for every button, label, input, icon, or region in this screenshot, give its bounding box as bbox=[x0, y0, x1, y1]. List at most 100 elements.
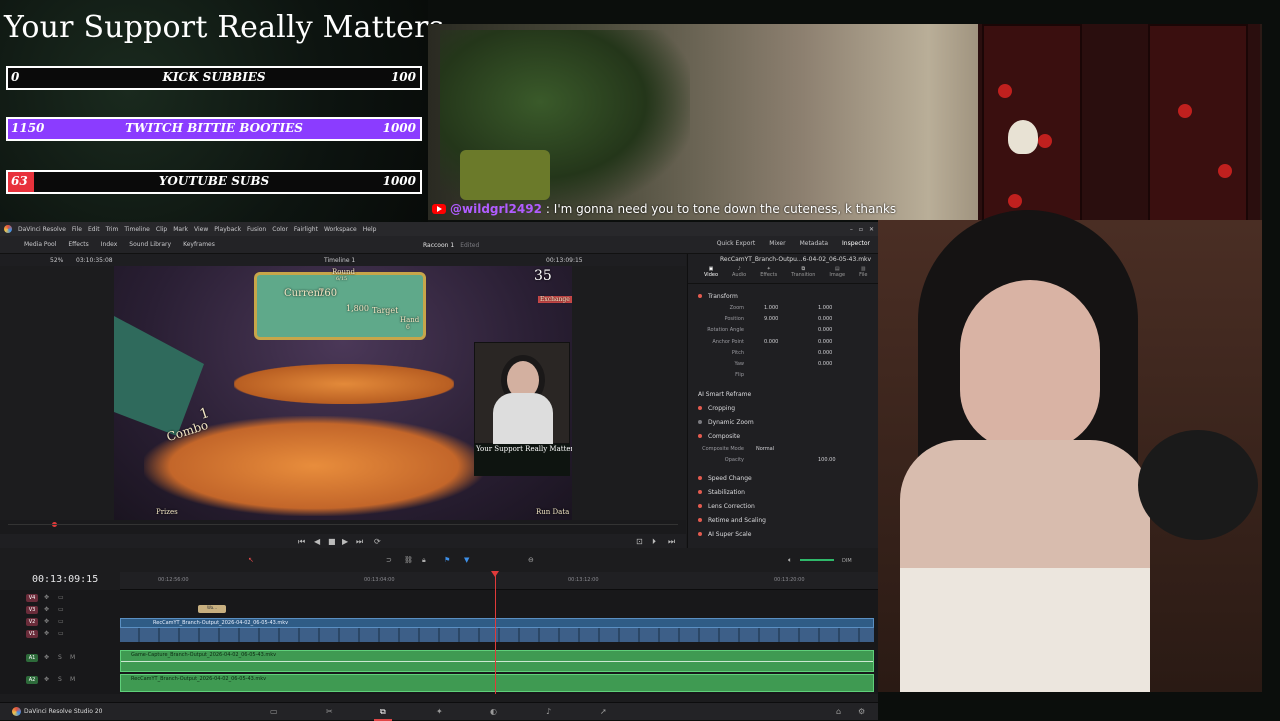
section-stabilization[interactable]: Stabilization bbox=[688, 486, 878, 498]
tab-effects[interactable]: ✦ Effects bbox=[760, 266, 777, 283]
color-page-icon[interactable]: ◐ bbox=[490, 707, 497, 716]
effects-button[interactable]: Effects bbox=[68, 241, 88, 248]
cut-page-icon[interactable]: ✂ bbox=[326, 707, 333, 716]
menu-trim[interactable]: Trim bbox=[106, 226, 119, 233]
timeline-clip-a1[interactable]: Game-Capture_Branch-Output_2026-04-02_06… bbox=[120, 650, 874, 672]
skip-start-icon[interactable]: ⏮ bbox=[298, 537, 305, 547]
match-frame-icon[interactable]: ⊡ bbox=[636, 537, 643, 546]
close-icon[interactable]: ✕ bbox=[869, 226, 874, 233]
inspector-button[interactable]: Inspector bbox=[842, 240, 870, 247]
opacity-value[interactable]: 100.00 bbox=[818, 457, 836, 463]
lock-icon: ✥ bbox=[44, 654, 50, 661]
mixer-button[interactable]: Mixer bbox=[769, 240, 785, 247]
maximize-icon[interactable]: ▫ bbox=[859, 226, 863, 233]
fusion-page-icon[interactable]: ✦ bbox=[436, 707, 443, 716]
media-page-icon[interactable]: ▭ bbox=[270, 707, 278, 716]
reverse-icon[interactable]: ◀ bbox=[314, 537, 320, 546]
menu-clip[interactable]: Clip bbox=[156, 226, 167, 233]
volume-slider[interactable] bbox=[800, 559, 834, 561]
lock-icon[interactable]: 🔒︎ bbox=[422, 556, 426, 565]
video-viewer[interactable]: Round 6/15 Current 760 1,800 Target Hand… bbox=[114, 266, 572, 520]
home-icon[interactable]: ⌂ bbox=[836, 707, 841, 716]
end-icon[interactable]: ⏭ bbox=[668, 537, 675, 547]
chat-text: : I'm gonna need you to tone down the cu… bbox=[545, 202, 897, 216]
composite-mode-select[interactable]: Normal bbox=[756, 446, 774, 452]
keyframes-button[interactable]: Keyframes bbox=[183, 241, 215, 248]
timeline-playhead[interactable] bbox=[491, 571, 499, 694]
quick-export-button[interactable]: Quick Export bbox=[717, 240, 756, 247]
auto-select-icon: ▭ bbox=[58, 594, 64, 601]
metadata-button[interactable]: Metadata bbox=[800, 240, 828, 247]
game-current-val: 760 bbox=[318, 288, 338, 299]
next-edit-icon[interactable]: ⏵ bbox=[652, 537, 656, 547]
transport-controls: ⏮ ◀ ■ ▶ ⏭ ⟳ ⊡ ⏵ ⏭ bbox=[0, 534, 686, 548]
timeline-clip-small[interactable]: Wa... bbox=[198, 605, 226, 613]
goals-overlay: Your Support Really Matters 0 KICK SUBBI… bbox=[0, 0, 444, 222]
loop-icon[interactable]: ⟳ bbox=[374, 537, 381, 546]
section-ai-super-scale[interactable]: AI Super Scale bbox=[688, 528, 878, 540]
menu-color[interactable]: Color bbox=[272, 226, 288, 233]
viewer-zoom[interactable]: 52% bbox=[50, 257, 63, 264]
game-run-data: Run Data bbox=[536, 508, 570, 516]
selection-tool-icon[interactable]: ↖ bbox=[248, 556, 254, 564]
section-speed-change[interactable]: Speed Change bbox=[688, 472, 878, 484]
viewer-scrubber[interactable] bbox=[0, 520, 686, 534]
stop-icon[interactable]: ■ bbox=[328, 537, 336, 546]
field-flip: Flip bbox=[735, 372, 744, 378]
game-exchange: Exchange bbox=[538, 296, 572, 303]
play-icon[interactable]: ▶ bbox=[342, 537, 348, 546]
timeline-name[interactable]: Timeline 1 bbox=[324, 257, 355, 264]
inspector-clip-name: RecCamYT_Branch-Outpu...6-04-02_06-05-43… bbox=[720, 256, 872, 263]
flag-icon[interactable]: ⚑ bbox=[444, 556, 450, 564]
edit-page-icon[interactable]: ⧉ bbox=[374, 707, 392, 721]
zoom-icon[interactable]: ⊖ bbox=[528, 556, 534, 564]
menu-playback[interactable]: Playback bbox=[214, 226, 241, 233]
menu-mark[interactable]: Mark bbox=[173, 226, 188, 233]
auto-select-icon: ▭ bbox=[58, 618, 64, 625]
goal-label: KICK SUBBIES bbox=[162, 70, 266, 84]
fairlight-page-icon[interactable]: ♪ bbox=[546, 707, 551, 716]
menu-fusion[interactable]: Fusion bbox=[247, 226, 266, 233]
timeline-ruler[interactable]: 00:12:56:00 00:13:04:00 00:13:12:00 00:1… bbox=[120, 572, 878, 590]
menu-file[interactable]: File bbox=[72, 226, 82, 233]
mute-icon: M bbox=[70, 654, 76, 661]
marker-icon[interactable]: ▼ bbox=[464, 556, 469, 564]
section-cropping[interactable]: Cropping bbox=[688, 402, 878, 414]
tab-image[interactable]: ▤ Image bbox=[829, 266, 845, 283]
sound-library-button[interactable]: Sound Library bbox=[129, 241, 171, 248]
media-pool-button[interactable]: Media Pool bbox=[24, 241, 56, 248]
tab-video[interactable]: ▣ Video bbox=[704, 266, 718, 283]
timeline-clip-v1[interactable] bbox=[120, 628, 874, 642]
settings-icon[interactable]: ⚙ bbox=[858, 707, 865, 716]
deliver-page-icon[interactable]: ➚ bbox=[600, 707, 607, 716]
section-retime[interactable]: Retime and Scaling bbox=[688, 514, 878, 526]
tab-transition[interactable]: ⧉ Transition bbox=[791, 266, 815, 283]
section-lens-correction[interactable]: Lens Correction bbox=[688, 500, 878, 512]
tab-file[interactable]: ▥ File bbox=[859, 266, 867, 283]
menu-workspace[interactable]: Workspace bbox=[324, 226, 357, 233]
menu-help[interactable]: Help bbox=[363, 226, 377, 233]
plant-pot-image bbox=[460, 150, 550, 200]
section-ai-reframe[interactable]: AI Smart Reframe bbox=[688, 388, 878, 400]
window-controls: – ▫ ✕ bbox=[850, 226, 878, 233]
index-button[interactable]: Index bbox=[101, 241, 118, 248]
section-transform[interactable]: Transform bbox=[688, 290, 878, 302]
solo-icon: S bbox=[58, 654, 62, 661]
timeline-clip-a2[interactable]: RecCamYT_Branch-Output_2026-04-02_06-05-… bbox=[120, 674, 874, 692]
menu-edit[interactable]: Edit bbox=[88, 226, 100, 233]
skip-end-icon[interactable]: ⏭ bbox=[356, 537, 363, 547]
section-dynamic-zoom[interactable]: Dynamic Zoom bbox=[688, 416, 878, 428]
track-header-a2: A2 ✥ S M bbox=[0, 674, 120, 686]
tab-audio[interactable]: ♪ Audio bbox=[732, 266, 746, 283]
menu-view[interactable]: View bbox=[194, 226, 208, 233]
speaker-icon[interactable]: 🔈︎ bbox=[788, 556, 792, 565]
dim-button[interactable]: DIM bbox=[842, 558, 852, 564]
section-composite[interactable]: Composite bbox=[688, 430, 878, 442]
minimize-icon[interactable]: – bbox=[850, 226, 853, 233]
snap-icon[interactable]: ⊃ bbox=[386, 556, 392, 564]
menu-timeline[interactable]: Timeline bbox=[124, 226, 150, 233]
timeline-clip-v2[interactable]: RecCamYT_Branch-Output_2026-04-02_06-05-… bbox=[120, 618, 874, 628]
menu-fairlight[interactable]: Fairlight bbox=[294, 226, 318, 233]
lock-icon: ✥ bbox=[44, 618, 50, 625]
link-icon[interactable]: ⛓ bbox=[404, 556, 413, 564]
